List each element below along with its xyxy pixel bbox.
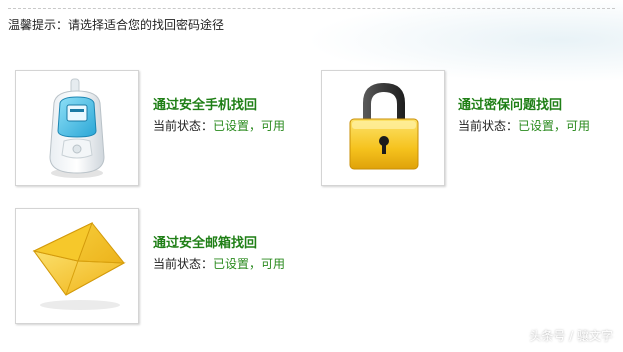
envelope-icon xyxy=(32,222,126,310)
email-status: 当前状态：已设置，可用 xyxy=(153,255,285,272)
phone-recovery-link[interactable]: 通过安全手机找回 xyxy=(153,94,257,113)
email-status-value: 已设置，可用 xyxy=(213,257,286,271)
top-divider xyxy=(8,8,615,9)
watermark: 头条号 / 骧文字 xyxy=(529,329,613,343)
security-question-status: 当前状态：已设置，可用 xyxy=(458,117,590,134)
email-option-card[interactable] xyxy=(15,208,139,324)
mobile-phone-icon xyxy=(49,78,105,178)
phone-status-value: 已设置，可用 xyxy=(213,119,286,133)
email-recovery-link[interactable]: 通过安全邮箱找回 xyxy=(153,232,257,251)
security-question-status-value: 已设置，可用 xyxy=(518,119,591,133)
security-question-status-label: 当前状态： xyxy=(458,119,519,133)
email-status-label: 当前状态： xyxy=(153,257,214,271)
phone-status-label: 当前状态： xyxy=(153,119,214,133)
padlock-icon xyxy=(349,83,419,170)
phone-option-card[interactable] xyxy=(15,70,139,186)
prompt-text: 温馨提示：请选择适合您的找回密码途径 xyxy=(8,18,225,32)
security-question-recovery-link[interactable]: 通过密保问题找回 xyxy=(458,94,562,113)
security-question-option-card[interactable] xyxy=(321,70,445,186)
phone-status: 当前状态：已设置，可用 xyxy=(153,117,285,134)
